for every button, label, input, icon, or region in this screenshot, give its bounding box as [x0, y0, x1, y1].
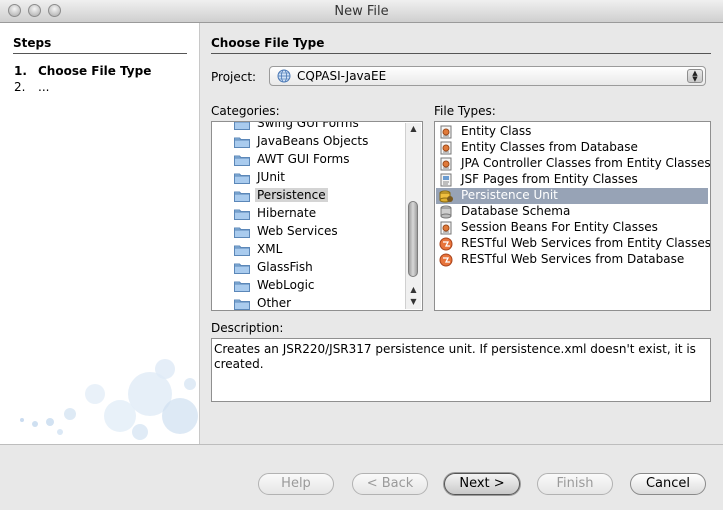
folder-icon — [234, 173, 250, 184]
file-type-item[interactable]: Entity Classes from Database — [436, 140, 708, 156]
file-types-list[interactable]: Entity Class Entity Classes from Database… — [434, 121, 711, 311]
category-label: Other — [257, 296, 292, 310]
file-type-item[interactable]: Persistence Unit — [436, 188, 708, 204]
description-label: Description: — [211, 321, 284, 335]
jsf-page-icon — [440, 173, 452, 187]
persistence-unit-icon — [439, 190, 453, 203]
categories-scrollbar[interactable]: ▲ ▲ ▼ — [405, 123, 421, 309]
folder-icon — [234, 191, 250, 202]
select-arrows-icon: ▲ ▼ — [687, 69, 703, 83]
category-label: Hibernate — [257, 206, 317, 220]
file-type-label: Session Beans For Entity Classes — [461, 220, 658, 234]
file-type-item[interactable]: JSF Pages from Entity Classes — [436, 172, 708, 188]
database-schema-icon — [440, 205, 452, 219]
description-text: Creates an JSR220/JSR317 persistence uni… — [211, 338, 711, 402]
category-label: Web Services — [257, 224, 338, 238]
category-label: Swing GUI Forms — [257, 121, 359, 130]
step-1: 1. Choose File Type — [14, 64, 151, 78]
folder-icon — [234, 209, 250, 220]
category-label: JUnit — [257, 170, 285, 184]
entity-class-icon — [440, 221, 452, 235]
project-value: CQPASI-JavaEE — [297, 69, 387, 83]
footer-divider — [0, 444, 723, 445]
folder-icon — [234, 137, 250, 148]
help-button[interactable]: Help — [258, 473, 334, 495]
file-type-item[interactable]: Session Beans For Entity Classes — [436, 220, 708, 236]
folder-icon — [234, 122, 250, 130]
project-select[interactable]: CQPASI-JavaEE ▲ ▼ — [269, 66, 706, 86]
entity-class-icon — [440, 157, 452, 171]
window-title: New File — [334, 4, 389, 19]
folder-icon — [234, 281, 250, 292]
title-bar: New File — [0, 0, 723, 23]
globe-icon — [277, 69, 291, 83]
category-label: AWT GUI Forms — [257, 152, 350, 166]
folder-icon — [234, 227, 250, 238]
category-label: GlassFish — [257, 260, 313, 274]
step-number: 2. — [14, 80, 26, 94]
rest-service-icon — [439, 253, 453, 267]
decorative-bubbles — [20, 359, 198, 440]
step-2: 2.... — [14, 80, 49, 94]
folder-icon — [234, 299, 250, 310]
file-type-label: Database Schema — [461, 204, 571, 218]
scroll-down-icon[interactable]: ▼ — [406, 296, 421, 308]
panel-divider — [199, 23, 200, 444]
file-type-label: RESTful Web Services from Entity Classes — [461, 236, 711, 250]
folder-icon — [234, 245, 250, 256]
back-button[interactable]: < Back — [352, 473, 428, 495]
step-label: ... — [38, 80, 50, 94]
steps-heading: Steps — [13, 36, 187, 54]
category-label: JavaBeans Objects — [257, 134, 369, 148]
file-type-item[interactable]: RESTful Web Services from Entity Classes — [436, 236, 711, 252]
file-type-label: JPA Controller Classes from Entity Class… — [461, 156, 711, 170]
scroll-up-icon[interactable]: ▲ — [406, 284, 421, 296]
file-type-item[interactable]: RESTful Web Services from Database — [436, 252, 708, 268]
file-type-item[interactable]: Database Schema — [436, 204, 708, 220]
file-types-label: File Types: — [434, 104, 496, 118]
steps-panel: Steps 1. Choose File Type 2.... — [0, 23, 199, 444]
category-label: XML — [257, 242, 283, 256]
finish-button[interactable]: Finish — [537, 473, 613, 495]
file-type-label: Persistence Unit — [461, 188, 558, 202]
category-label: Persistence — [255, 188, 328, 202]
file-type-label: Entity Class — [461, 124, 532, 138]
categories-label: Categories: — [211, 104, 280, 118]
scroll-thumb[interactable] — [408, 201, 418, 277]
file-type-label: Entity Classes from Database — [461, 140, 638, 154]
step-label: Choose File Type — [38, 64, 152, 78]
entity-class-icon — [440, 125, 452, 139]
new-file-dialog: New File Steps 1. Choose File Type 2.... … — [0, 0, 723, 510]
scroll-up-icon[interactable]: ▲ — [406, 123, 421, 135]
project-label: Project: — [211, 70, 257, 84]
rest-service-icon — [439, 237, 453, 251]
category-label: WebLogic — [257, 278, 315, 292]
next-button[interactable]: Next > — [444, 473, 520, 495]
file-type-item[interactable]: JPA Controller Classes from Entity Class… — [436, 156, 711, 172]
cancel-button[interactable]: Cancel — [630, 473, 706, 495]
page-title: Choose File Type — [211, 36, 711, 54]
categories-list[interactable]: Swing GUI Forms JavaBeans Objects AWT GUI … — [211, 121, 423, 311]
file-type-label: JSF Pages from Entity Classes — [461, 172, 638, 186]
folder-icon — [234, 155, 250, 166]
file-type-label: RESTful Web Services from Database — [461, 252, 685, 266]
entity-class-icon — [440, 141, 452, 155]
file-type-item[interactable]: Entity Class — [436, 124, 708, 140]
step-number: 1. — [14, 64, 27, 78]
folder-icon — [234, 263, 250, 274]
